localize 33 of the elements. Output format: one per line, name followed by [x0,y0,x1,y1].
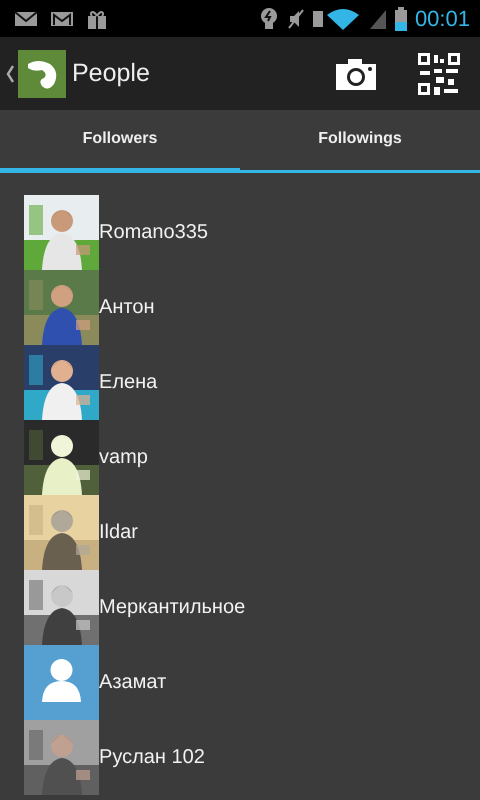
person-name: Ildar [99,521,138,544]
wifi-icon [312,6,361,30]
screen-title: People [72,59,151,88]
gmail-icon [50,10,74,28]
person-name: Руслан 102 [99,746,205,769]
default-avatar-icon [24,645,99,720]
muted-icon [286,8,305,30]
person-name: vamp [99,446,148,469]
person-name: Азамат [99,671,166,694]
person-row[interactable]: Ildar [24,495,480,570]
person-row[interactable]: Елена [24,345,480,420]
person-row[interactable]: Меркантильное [24,570,480,645]
back-caret-icon [6,64,14,82]
person-row[interactable]: Руслан 102 [24,720,480,795]
person-name: Romano335 [99,221,208,244]
lightbulb-icon [258,6,279,30]
qr-code-icon [418,52,460,94]
battery-icon [394,6,407,30]
person-name: Меркантильное [99,596,246,619]
signal-icon [368,8,387,30]
person-name: Антон [99,296,154,319]
person-row[interactable]: Азамат [24,645,480,720]
mail-icon [14,10,38,28]
tab[interactable]: Followings [240,110,480,173]
clock-time: 00:01 [414,6,470,32]
person-row[interactable]: Romano335 [24,195,480,270]
person-row[interactable]: vamp [24,420,480,495]
qr-code-button[interactable] [418,52,460,94]
camera-button[interactable] [336,58,376,90]
person-name: Елена [99,371,158,394]
camera-icon [336,58,376,90]
person-row[interactable]: Антон [24,270,480,345]
tab[interactable]: Followers [0,110,240,173]
